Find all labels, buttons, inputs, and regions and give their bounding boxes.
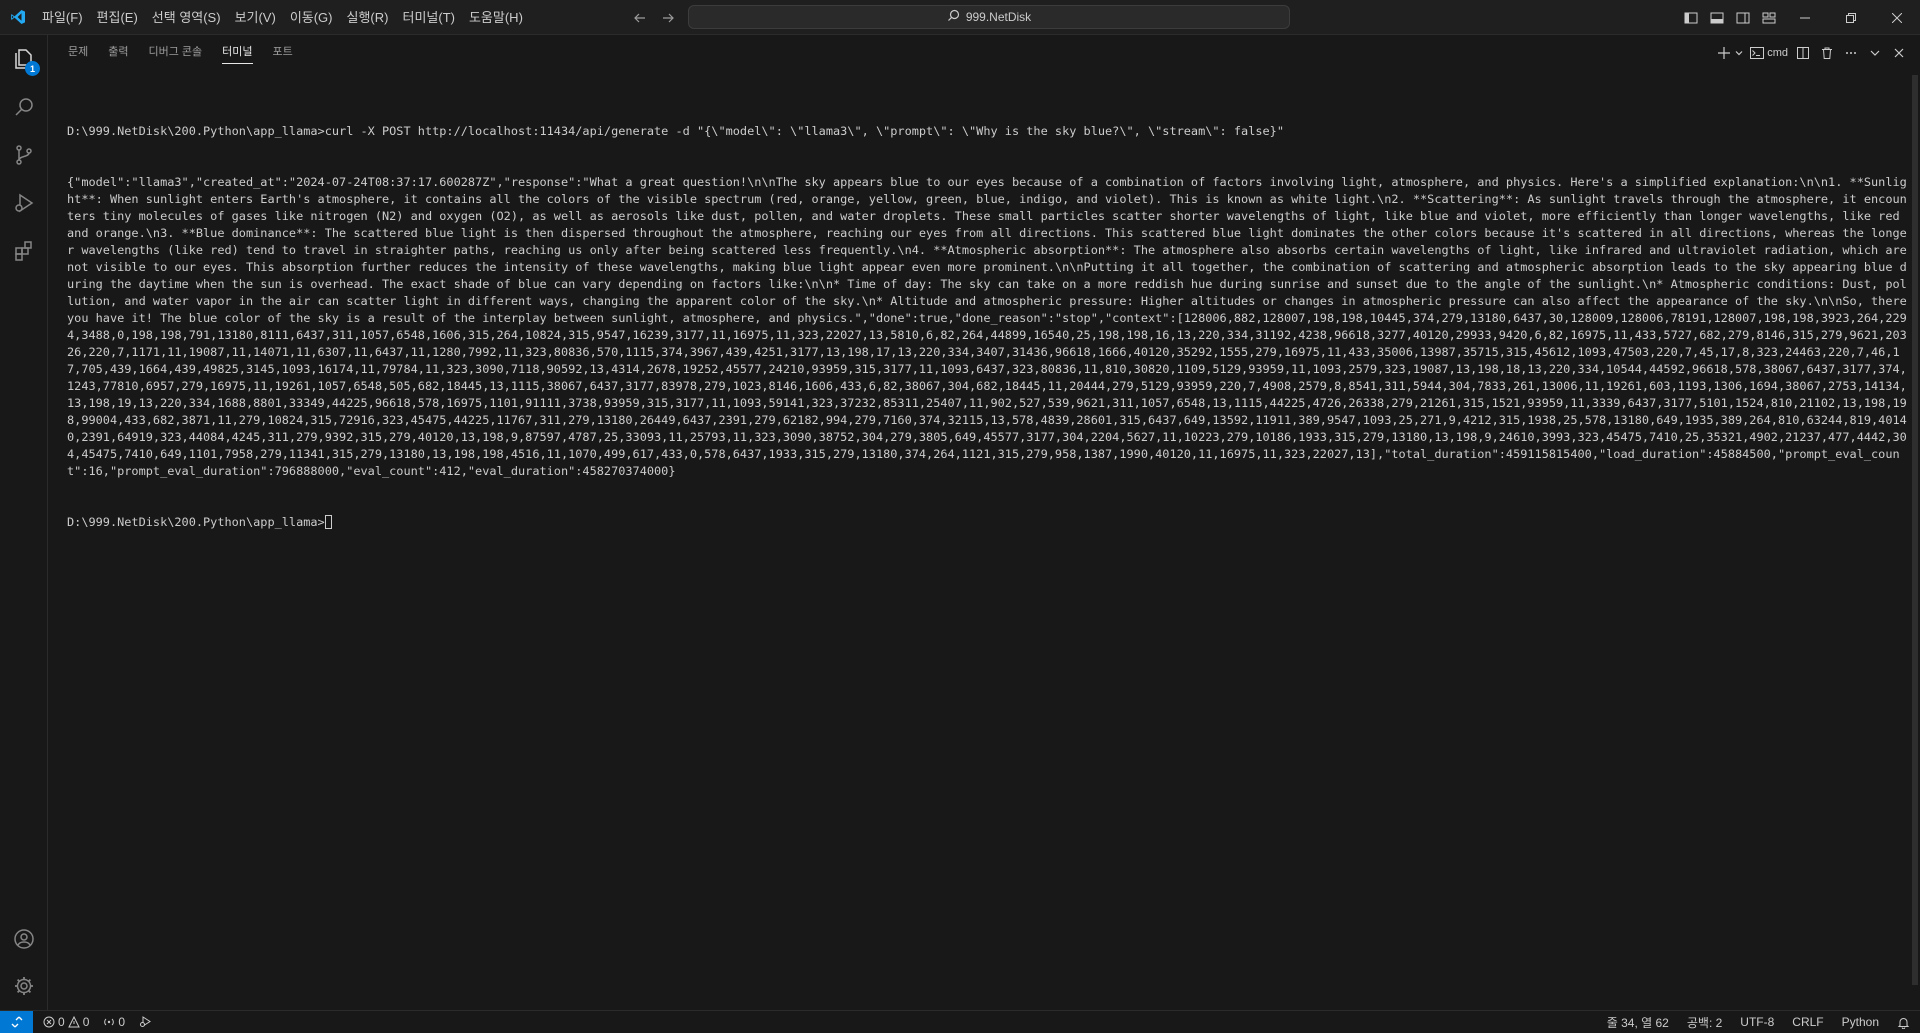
title-bar: 파일(F) 편집(E) 선택 영역(S) 보기(V) 이동(G) 실행(R) 터… bbox=[0, 0, 1920, 35]
maximize-panel-icon[interactable] bbox=[1864, 42, 1886, 64]
account-icon[interactable] bbox=[0, 915, 48, 963]
command-center-label: 999.NetDisk bbox=[965, 10, 1032, 24]
terminal-command-line: D:\999.NetDisk\200.Python\app_llama>curl… bbox=[67, 124, 1284, 138]
status-bar: 0 0 0 줄 34, 열 62 공백: 2 UTF-8 CRLF Python bbox=[0, 1010, 1920, 1033]
menu-terminal[interactable]: 터미널(T) bbox=[395, 0, 461, 35]
tab-ports[interactable]: 포트 bbox=[273, 35, 293, 70]
panel-actions: cmd bbox=[1715, 35, 1910, 70]
warning-count: 0 bbox=[82, 1014, 90, 1029]
tab-debug-console[interactable]: 디버그 콘솔 bbox=[149, 35, 203, 70]
end-of-line[interactable]: CRLF bbox=[1792, 1015, 1823, 1029]
terminal-shell-label[interactable]: cmd bbox=[1748, 42, 1790, 64]
search-icon[interactable] bbox=[0, 83, 48, 131]
language-mode[interactable]: Python bbox=[1842, 1015, 1879, 1029]
shell-name: cmd bbox=[1767, 46, 1788, 59]
debug-alt-icon bbox=[140, 1016, 151, 1027]
more-actions-icon[interactable] bbox=[1840, 42, 1862, 64]
menu-bar: 파일(F) 편집(E) 선택 영역(S) 보기(V) 이동(G) 실행(R) 터… bbox=[35, 0, 530, 35]
trash-icon[interactable] bbox=[1816, 42, 1838, 64]
broadcast-icon bbox=[104, 1018, 115, 1025]
navigation-arrows bbox=[630, 0, 678, 35]
terminal-output[interactable]: D:\999.NetDisk\200.Python\app_llama>curl… bbox=[67, 89, 1907, 989]
ports-status[interactable]: 0 bbox=[103, 1015, 125, 1029]
menu-go[interactable]: 이동(G) bbox=[283, 0, 340, 35]
toggle-secondary-sidebar-icon[interactable] bbox=[1730, 5, 1756, 31]
source-control-icon[interactable] bbox=[0, 131, 48, 179]
customize-layout-icon[interactable] bbox=[1756, 5, 1782, 31]
arrow-left-icon[interactable] bbox=[630, 8, 650, 28]
toggle-sidebar-icon[interactable] bbox=[1678, 5, 1704, 31]
new-terminal-button[interactable] bbox=[1715, 42, 1746, 64]
encoding[interactable]: UTF-8 bbox=[1740, 1015, 1774, 1029]
terminal-cursor bbox=[324, 515, 332, 529]
arrow-right-icon[interactable] bbox=[658, 8, 678, 28]
restore-icon[interactable] bbox=[1828, 0, 1874, 35]
warning-icon bbox=[67, 1015, 80, 1027]
debug-status[interactable] bbox=[139, 1015, 152, 1028]
menu-view[interactable]: 보기(V) bbox=[228, 0, 283, 35]
status-right: 줄 34, 열 62 공백: 2 UTF-8 CRLF Python bbox=[1607, 1011, 1910, 1033]
menu-file[interactable]: 파일(F) bbox=[35, 0, 90, 35]
tab-output[interactable]: 출력 bbox=[108, 35, 128, 70]
tab-terminal[interactable]: 터미널 bbox=[222, 35, 253, 70]
toggle-panel-icon[interactable] bbox=[1704, 5, 1730, 31]
close-panel-icon[interactable] bbox=[1888, 42, 1910, 64]
menu-help[interactable]: 도움말(H) bbox=[462, 0, 530, 35]
notifications-bell-icon[interactable] bbox=[1897, 1016, 1910, 1029]
extensions-icon[interactable] bbox=[0, 227, 48, 275]
run-debug-icon[interactable] bbox=[0, 179, 48, 227]
gear-icon[interactable] bbox=[0, 962, 48, 1010]
error-icon bbox=[43, 1016, 55, 1027]
chevron-down-icon bbox=[1735, 50, 1743, 55]
terminal-scrollbar[interactable] bbox=[1912, 75, 1918, 985]
terminal-response-line: {"model":"llama3","created_at":"2024-07-… bbox=[67, 175, 1907, 478]
error-count: 0 bbox=[58, 1014, 65, 1029]
indentation[interactable]: 공백: 2 bbox=[1687, 1014, 1722, 1031]
menu-edit[interactable]: 편집(E) bbox=[90, 0, 145, 35]
status-left: 0 0 0 bbox=[43, 1015, 152, 1029]
terminal-panel: 문제 출력 디버그 콘솔 터미널 포트 cmd D:\999.NetDisk\2… bbox=[48, 35, 1920, 1010]
explorer-icon[interactable]: 1 bbox=[0, 35, 48, 83]
close-icon[interactable] bbox=[1874, 0, 1920, 35]
search-icon bbox=[947, 9, 960, 25]
vscode-logo-icon bbox=[0, 0, 35, 35]
minimize-icon[interactable] bbox=[1782, 0, 1828, 35]
title-actions bbox=[1678, 0, 1920, 35]
remote-indicator-icon[interactable] bbox=[0, 1010, 33, 1033]
problems-status[interactable]: 0 0 bbox=[43, 1015, 89, 1029]
panel-header: 문제 출력 디버그 콘솔 터미널 포트 cmd bbox=[48, 35, 1920, 70]
terminal-prompt-line: D:\999.NetDisk\200.Python\app_llama> bbox=[67, 514, 1907, 531]
plus-icon bbox=[1718, 46, 1731, 59]
command-center-search[interactable]: 999.NetDisk bbox=[688, 5, 1290, 29]
explorer-badge: 1 bbox=[25, 61, 40, 76]
tab-problems[interactable]: 문제 bbox=[68, 35, 88, 70]
activity-bar: 1 bbox=[0, 35, 48, 1010]
split-terminal-icon[interactable] bbox=[1792, 42, 1814, 64]
menu-selection[interactable]: 선택 영역(S) bbox=[145, 0, 228, 35]
terminal-icon bbox=[1750, 46, 1765, 59]
menu-run[interactable]: 실행(R) bbox=[340, 0, 396, 35]
cursor-position[interactable]: 줄 34, 열 62 bbox=[1607, 1014, 1669, 1031]
terminal-prompt: D:\999.NetDisk\200.Python\app_llama> bbox=[67, 515, 325, 529]
ports-count: 0 bbox=[118, 1014, 126, 1029]
